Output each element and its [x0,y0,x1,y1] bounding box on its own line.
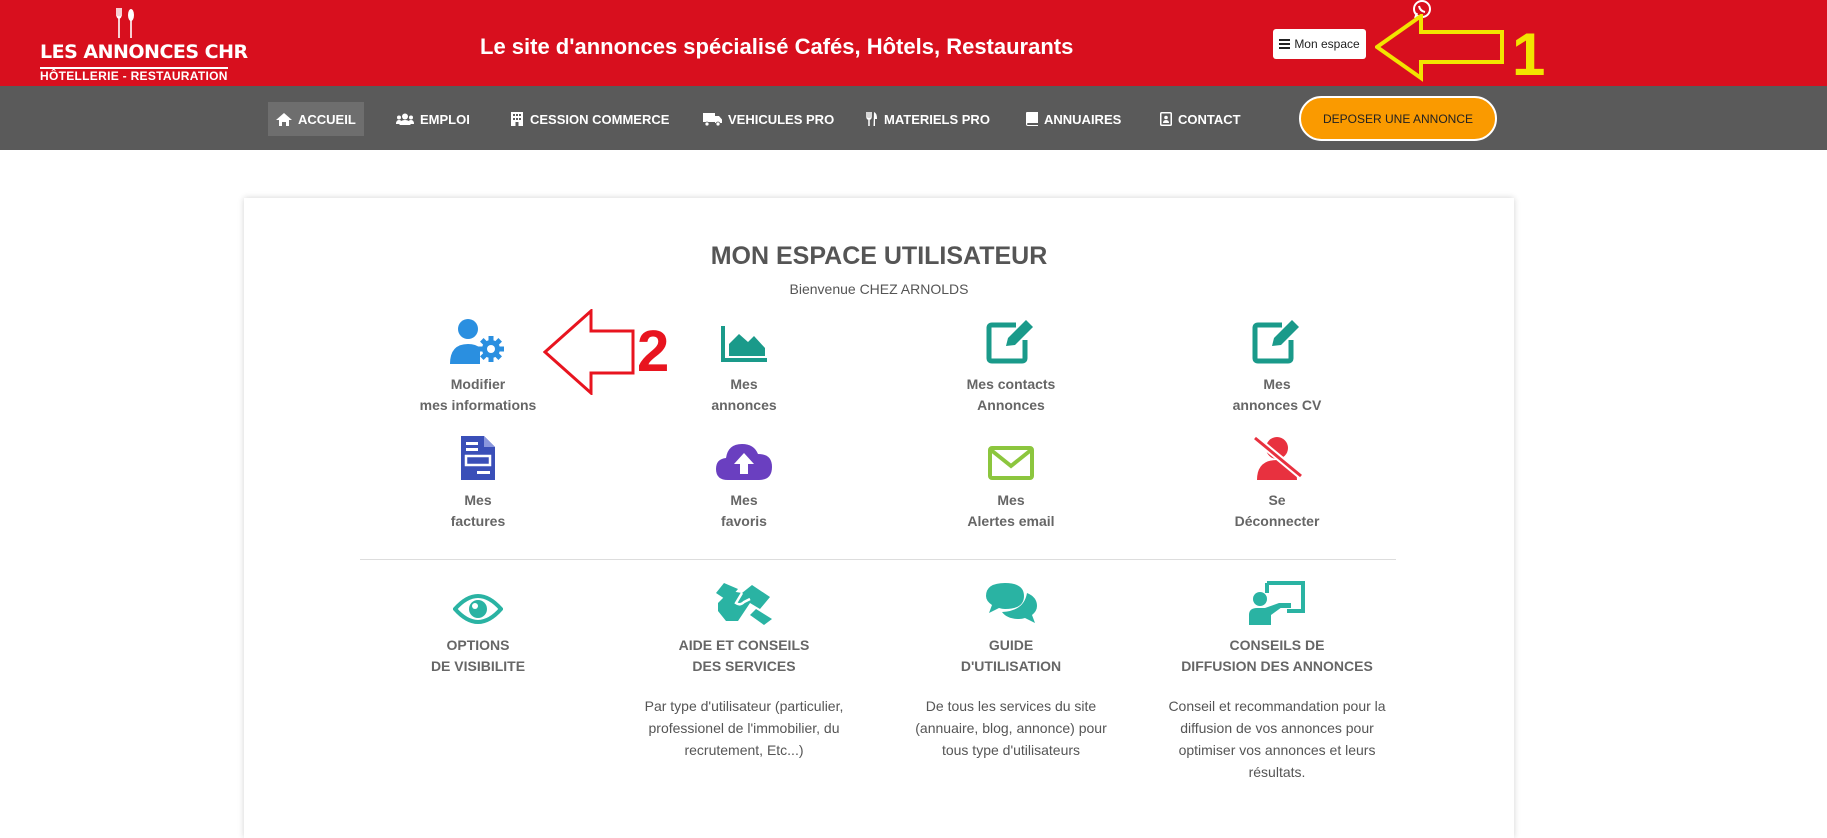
tile-line2: DES SERVICES [692,658,796,674]
user-cog-icon [450,319,504,364]
tile-line1: Se [1268,492,1286,508]
eye-icon [453,594,503,624]
tile-description: Par type d'utilisateur (particulier, pro… [644,698,844,758]
handshake-icon [716,583,772,625]
tile-line2: favoris [721,513,767,529]
tile-line2: factures [450,513,506,529]
welcome-message: Bienvenue CHEZ ARNOLDS [789,281,969,297]
top-header: LES ANNONCES CHR HÔTELLERIE - RESTAURATI… [0,0,1827,86]
tile-line1: OPTIONS [446,637,510,653]
nav-label: VEHICULES PRO [728,111,835,127]
annotation-arrow-2 [543,309,635,395]
home-icon [276,112,292,126]
cloud-upload-icon [716,444,772,480]
logo-text: LES ANNONCES CHR [40,41,248,63]
tile-options-visibilite[interactable]: OPTIONS DE VISIBILITE [368,571,588,677]
tile-mes-contacts-annonces[interactable]: Mes contacts Annonces [901,310,1121,416]
logo-cutlery-icon [116,8,134,38]
tile-line2: annonces [711,397,777,413]
tile-line2: mes informations [419,397,537,413]
page-title: MON ESPACE UTILISATEUR [710,242,1048,270]
logo-subtext: HÔTELLERIE - RESTAURATION [40,67,228,83]
nav-item-annuaires[interactable]: ANNUAIRES [1018,102,1129,136]
mon-espace-button[interactable]: Mon espace [1273,29,1366,59]
tile-mes-alertes-email[interactable]: Mes Alertes email [901,426,1121,532]
site-tagline: Le site d'annonces spécialisé Cafés, Hôt… [480,34,1074,59]
cutlery-icon [866,112,877,126]
tile-line2: D'UTILISATION [960,658,1062,674]
user-space-panel: MON ESPACE UTILISATEUR Bienvenue CHEZ AR… [244,198,1514,838]
edit-icon [986,320,1033,364]
tile-conseils-diffusion[interactable]: CONSEILS DE DIFFUSION DES ANNONCES Consei… [1167,571,1387,783]
nav-label: MATERIELS PRO [884,111,990,127]
annotation-arrow-1 [1375,14,1504,82]
tile-line1: Mes contacts [966,376,1056,392]
nav-item-materiels-pro[interactable]: MATERIELS PRO [858,102,998,136]
tile-description: De tous les services du site (annuaire, … [915,698,1107,758]
nav-item-emploi[interactable]: EMPLOI [388,102,478,136]
tile-description: Conseil et recommandation pour la diffus… [1168,698,1386,780]
nav-label: ANNUAIRES [1044,111,1122,127]
tile-line2: DE VISIBILITE [430,658,526,674]
tile-mes-favoris[interactable]: Mes favoris [634,426,854,532]
tile-line1: CONSEILS DE [1229,637,1325,653]
tile-mes-annonces-cv[interactable]: Mes annonces CV [1167,310,1387,416]
menu-icon [1279,39,1291,49]
nav-item-cession-commerce[interactable]: CESSION COMMERCE [502,102,677,136]
envelope-icon [988,446,1034,480]
invoice-icon [461,436,495,480]
area-chart-icon [721,326,767,362]
tile-line1: Mes [730,492,758,508]
nav-label: EMPLOI [420,111,470,127]
mon-espace-label: Mon espace [1294,37,1360,51]
tile-line1: GUIDE [988,637,1034,653]
nav-label: ACCUEIL [298,111,356,127]
contact-card-icon [1160,112,1172,126]
book-icon [1026,112,1038,126]
nav-item-vehicules-pro[interactable]: VEHICULES PRO [695,102,842,136]
users-icon [396,113,414,125]
truck-icon [703,112,722,126]
nav-item-accueil[interactable]: ACCUEIL [268,102,364,136]
tile-line1: Mes [464,492,492,508]
tile-mes-factures[interactable]: Mes factures [368,426,588,532]
annotation-number-2: 2 [637,319,670,384]
section-divider [360,559,1396,560]
tile-line2: Déconnecter [1234,513,1320,529]
tile-line2: annonces CV [1232,397,1322,413]
tile-line2: Annonces [977,397,1045,413]
tile-line1: Modifier [450,376,506,392]
nav-label: CONTACT [1178,111,1241,127]
tile-se-deconnecter[interactable]: Se Déconnecter [1167,426,1387,532]
tile-line1: Mes [1263,376,1291,392]
main-navigation: ACCUEIL EMPLOI CESSION COMMERCE VEHICULE… [0,86,1827,150]
tile-line1: AIDE ET CONSEILS [678,637,810,653]
site-logo[interactable]: LES ANNONCES CHR HÔTELLERIE - RESTAURATI… [40,8,248,84]
building-icon [511,112,523,126]
tile-guide-utilisation[interactable]: GUIDE D'UTILISATION De tous les services … [901,571,1121,761]
tile-line1: Mes [730,376,758,392]
user-slash-icon [1252,436,1304,480]
comments-icon [986,583,1037,623]
tile-line1: Mes [997,492,1025,508]
chalkboard-teacher-icon [1249,581,1305,625]
tile-aide-conseils[interactable]: AIDE ET CONSEILS DES SERVICES Par type d'… [634,571,854,761]
annotation-number-1: 1 [1512,21,1546,88]
tile-line2: DIFFUSION DES ANNONCES [1181,658,1373,674]
nav-item-contact[interactable]: CONTACT [1152,102,1249,136]
tile-line2: Alertes email [967,513,1055,529]
edit-icon [1252,320,1299,364]
nav-label: CESSION COMMERCE [530,111,670,127]
deposer-annonce-button[interactable]: DEPOSER UNE ANNONCE [1299,96,1497,141]
